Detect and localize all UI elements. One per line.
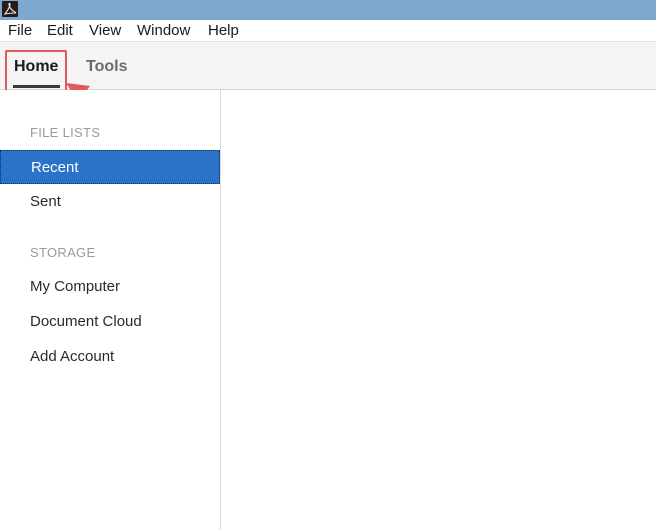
menu-bar: File Edit View Window Help	[0, 20, 656, 42]
section-header-storage: STORAGE	[30, 245, 96, 260]
menu-help[interactable]: Help	[208, 22, 239, 40]
menu-view[interactable]: View	[89, 22, 121, 40]
section-header-file-lists: FILE LISTS	[30, 125, 101, 140]
menu-edit[interactable]: Edit	[47, 22, 73, 40]
sidebar-item-add-account[interactable]: Add Account	[0, 340, 220, 374]
sidebar-item-sent[interactable]: Sent	[0, 185, 220, 219]
tab-tools[interactable]: Tools	[86, 57, 127, 77]
title-bar	[0, 0, 656, 20]
sidebar: FILE LISTS Recent Sent STORAGE My Comput…	[0, 90, 221, 530]
acrobat-window: File Edit View Window Help Home Tools FI…	[0, 0, 656, 530]
menu-file[interactable]: File	[8, 22, 32, 40]
acrobat-icon	[2, 1, 18, 17]
menu-window[interactable]: Window	[137, 22, 190, 40]
sidebar-item-my-computer[interactable]: My Computer	[0, 270, 220, 304]
main-content-area	[221, 90, 656, 530]
annotation-highlight-box	[5, 50, 67, 95]
sidebar-item-document-cloud[interactable]: Document Cloud	[0, 305, 220, 339]
sidebar-item-recent[interactable]: Recent	[0, 150, 220, 184]
